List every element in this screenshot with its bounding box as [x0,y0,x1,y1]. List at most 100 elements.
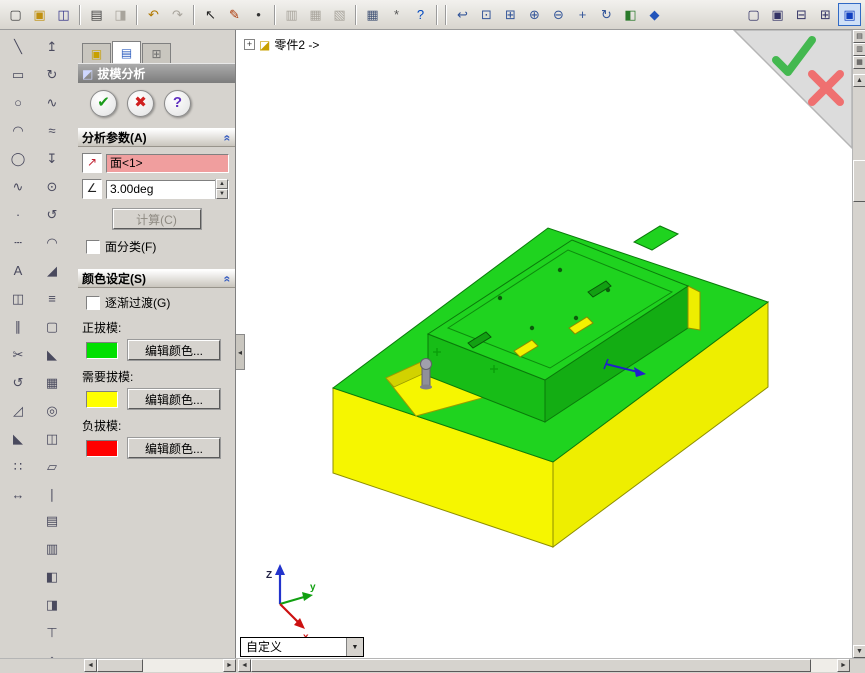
grid-settings-button[interactable]: ▦ [361,3,384,26]
offset-entities-tool[interactable]: ∥ [6,314,31,339]
tree-expand-icon[interactable]: + [244,39,255,50]
active-window-button[interactable]: ▣ [838,3,861,26]
extruded-cut-tool[interactable]: ↧ [40,146,65,171]
graphics-area[interactable]: + ◪ 零件2 -> ◂ Z y 自定义 ▼ [236,30,852,658]
view-left-button[interactable]: ◧ [40,564,65,589]
zoom-out-button[interactable]: ⊖ [547,3,570,26]
panel-horizontal-scrollbar[interactable]: ◄ ► [84,659,236,672]
model-3d[interactable] [331,225,770,548]
angle-spinner[interactable]: ▲ ▼ [215,179,228,199]
combo-dropdown-button[interactable]: ▼ [346,638,363,656]
window-cascade-button[interactable]: ▣ [766,3,789,26]
shaded-display-button[interactable]: ◧ [619,3,642,26]
sketch-rectangle-tool[interactable]: ▭ [6,62,31,87]
analysis-parameters-header[interactable]: 分析参数(A) « [78,128,235,147]
face-classification-checkbox[interactable] [86,239,100,254]
hole-wizard-tool[interactable]: ⊙ [40,174,65,199]
panel-scroll-track[interactable] [97,659,223,672]
edit-positive-color-button[interactable]: 编辑颜色... [128,340,220,360]
feature-tree-root[interactable]: + ◪ 零件2 -> [244,36,319,53]
window-tile-vertical-button[interactable]: ⊞ [814,3,837,26]
draft-angle-input[interactable]: 3.00deg ▲ ▼ [106,179,229,199]
view-scroll-left-button[interactable]: ◄ [238,659,251,672]
smart-dimension-tool[interactable]: ↔ [6,482,31,507]
color-settings-header[interactable]: 颜色设定(S) « [78,269,235,288]
convert-entities-tool[interactable]: ↺ [6,370,31,395]
sketch-chamfer-tool[interactable]: ◣ [6,426,31,451]
view-front-button[interactable]: ▤ [40,508,65,533]
revolved-cut-tool[interactable]: ↺ [40,202,65,227]
zoom-to-fit-button[interactable]: ⊡ [475,3,498,26]
vertical-scrollbar[interactable]: ▤ ▥ ▦ ▲ ▼ [852,30,865,658]
sketch-spline-tool[interactable]: ∿ [6,174,31,199]
sketch-button[interactable]: ✎ [223,3,246,26]
edit-requires-color-button[interactable]: 编辑颜色... [128,389,220,409]
circular-pattern-tool[interactable]: ◎ [40,398,65,423]
panel-splitter[interactable]: ◂ [236,334,245,370]
display-state-combo[interactable]: 自定义 ▼ [240,637,364,657]
panel-scroll-left-button[interactable]: ◄ [84,659,97,672]
save-button[interactable]: ◫ [52,3,75,26]
sketch-centerline-tool[interactable]: ┄ [6,230,31,255]
undo-button[interactable]: ↶ [142,3,165,26]
model-canvas[interactable]: Z y x [236,30,852,658]
display-style-button[interactable]: ◆ [643,3,666,26]
neutral-plane-selection-field[interactable]: 面<1> [106,153,229,173]
previous-view-button[interactable]: ↩ [451,3,474,26]
zoom-to-area-button[interactable]: ⊞ [499,3,522,26]
view-right-button[interactable]: ◨ [40,592,65,617]
swept-boss-tool[interactable]: ∿ [40,90,65,115]
featuremanager-tab[interactable]: ▣ [82,43,111,63]
print-button[interactable]: ▤ [85,3,108,26]
sketch-ellipse-tool[interactable]: ◯ [6,146,31,171]
sketch-line-tool[interactable]: ╲ [6,34,31,59]
task-pane-explorer-button[interactable]: ▦ [853,56,865,69]
help-button[interactable]: ? [409,3,432,26]
draft-feature-tool[interactable]: ◣ [40,342,65,367]
open-document-button[interactable]: ▣ [28,3,51,26]
sketch-point-button[interactable]: • [247,3,270,26]
task-pane-resources-button[interactable]: ▤ [853,30,865,43]
mirror-feature-tool[interactable]: ◫ [40,426,65,451]
linear-pattern-tool[interactable]: ▦ [40,370,65,395]
sketch-pattern-tool[interactable]: ∷ [6,454,31,479]
reference-plane-tool[interactable]: ▱ [40,454,65,479]
options-button[interactable]: * [385,3,408,26]
fillet-feature-tool[interactable]: ◠ [40,230,65,255]
trim-entities-tool[interactable]: ✂ [6,342,31,367]
rotate-view-button[interactable]: ↻ [595,3,618,26]
panel-scroll-right-button[interactable]: ► [223,659,236,672]
window-tile-horizontal-button[interactable]: ⊟ [790,3,813,26]
sketch-fillet-tool[interactable]: ◿ [6,398,31,423]
edit-negative-color-button[interactable]: 编辑颜色... [128,438,220,458]
help-button[interactable]: ? [164,90,191,117]
chamfer-feature-tool[interactable]: ◢ [40,258,65,283]
collapse-chevron-icon-2[interactable]: « [221,275,235,282]
rib-feature-tool[interactable]: ≡ [40,286,65,311]
window-new-button[interactable]: ▢ [742,3,765,26]
viewport-horizontal-scrollbar[interactable]: ◄ ► [238,659,850,672]
collapse-chevron-icon[interactable]: « [221,134,235,141]
reference-axis-tool[interactable]: ∣ [40,482,65,507]
scroll-down-button[interactable]: ▼ [853,645,865,658]
mirror-entities-tool[interactable]: ◫ [6,286,31,311]
view-scroll-right-button[interactable]: ► [837,659,850,672]
calculate-button[interactable]: 计算(C) [112,209,201,229]
configurationmanager-tab[interactable]: ⊞ [142,43,171,63]
spinner-down-icon[interactable]: ▼ [216,189,228,199]
ok-button[interactable]: ✔ [90,90,117,117]
sketch-text-tool[interactable]: A [6,258,31,283]
extruded-boss-tool[interactable]: ↥ [40,34,65,59]
view-top-button[interactable]: ⊤ [40,620,65,645]
pan-button[interactable]: + [571,3,594,26]
view-scrollbar-thumb[interactable] [251,659,811,672]
sketch-point-tool[interactable]: · [6,202,31,227]
revolved-boss-tool[interactable]: ↻ [40,62,65,87]
task-pane-library-button[interactable]: ▥ [853,43,865,56]
zoom-in-out-button[interactable]: ⊕ [523,3,546,26]
scroll-up-button[interactable]: ▲ [853,74,865,87]
pull-direction-pin[interactable] [420,358,432,390]
sketch-arc-tool[interactable]: ◠ [6,118,31,143]
lofted-boss-tool[interactable]: ≈ [40,118,65,143]
view-scroll-track[interactable] [251,659,837,672]
